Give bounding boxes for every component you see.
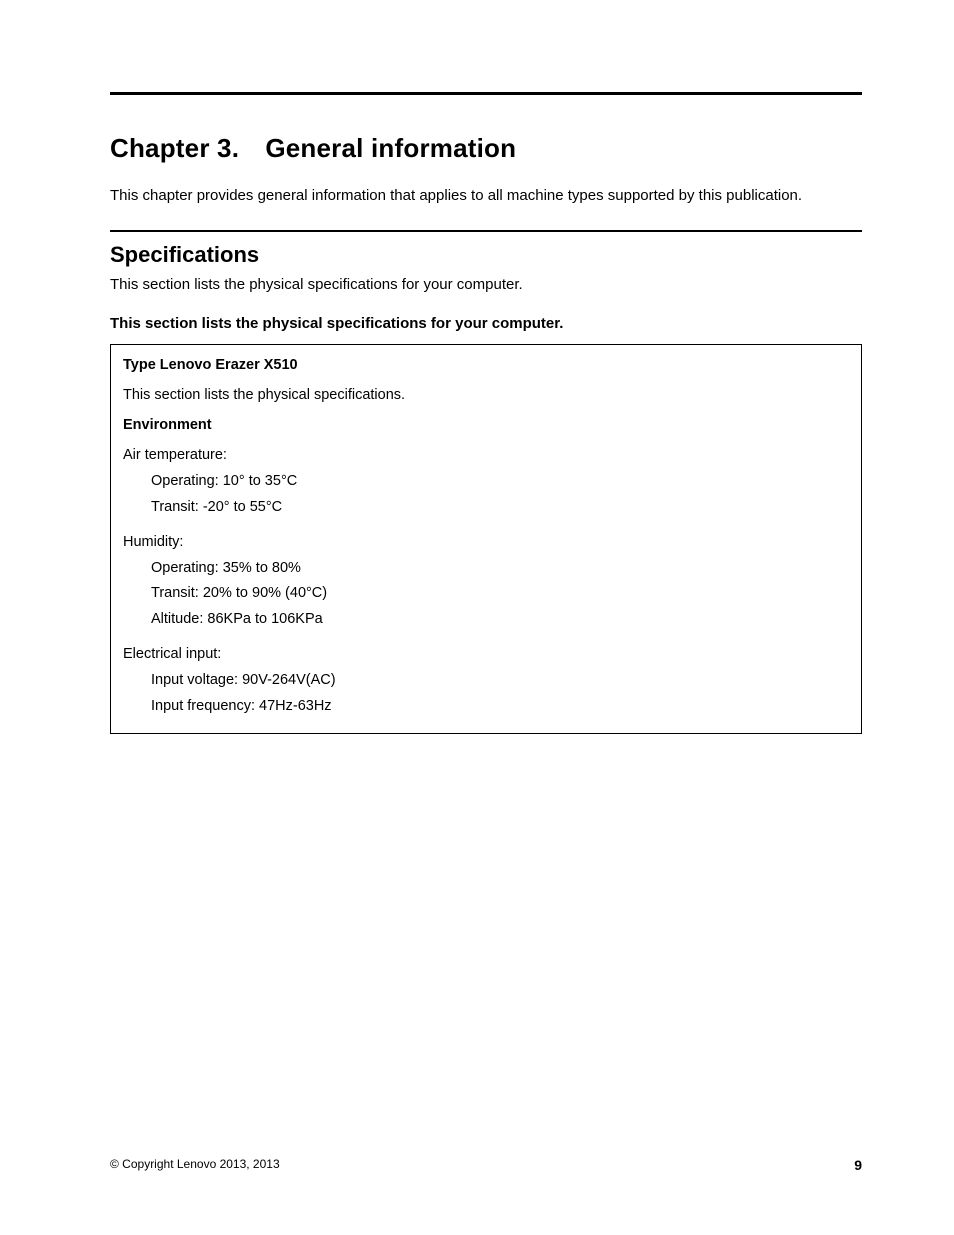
spec-group-air-temp: Air temperature: Operating: 10° to 35°C … [123,447,849,520]
spec-item: Altitude: 86KPa to 106KPa [123,607,849,632]
page: Chapter 3. General information This chap… [0,0,954,1235]
footer-copyright: © Copyright Lenovo 2013, 2013 [110,1157,280,1173]
chapter-title: Chapter 3. General information [110,133,862,164]
footer: © Copyright Lenovo 2013, 2013 9 [110,1157,862,1173]
spec-item: Transit: 20% to 90% (40°C) [123,581,849,606]
spec-group-label: Air temperature: [123,447,849,463]
spec-group-humidity: Humidity: Operating: 35% to 80% Transit:… [123,534,849,632]
spec-item: Transit: -20° to 55°C [123,495,849,520]
spec-group-label: Humidity: [123,534,849,550]
section-title: Specifications [110,242,862,268]
spec-group-label: Electrical input: [123,646,849,662]
footer-page-number: 9 [854,1157,862,1173]
section-intro: This section lists the physical specific… [110,276,862,293]
spec-desc: This section lists the physical specific… [123,387,849,403]
subsection-title: This section lists the physical specific… [110,315,862,332]
spec-group-electrical: Electrical input: Input voltage: 90V-264… [123,646,849,719]
top-rule [110,92,862,95]
spec-item: Input voltage: 90V-264V(AC) [123,668,849,693]
section-rule [110,230,862,232]
spec-item: Operating: 10° to 35°C [123,469,849,494]
spec-env-label: Environment [123,417,849,433]
spec-item: Input frequency: 47Hz-63Hz [123,694,849,719]
chapter-intro: This chapter provides general informatio… [110,186,862,206]
spec-box: Type Lenovo Erazer X510 This section lis… [110,344,862,734]
spec-type-label: Type Lenovo Erazer X510 [123,357,849,373]
spec-item: Operating: 35% to 80% [123,556,849,581]
